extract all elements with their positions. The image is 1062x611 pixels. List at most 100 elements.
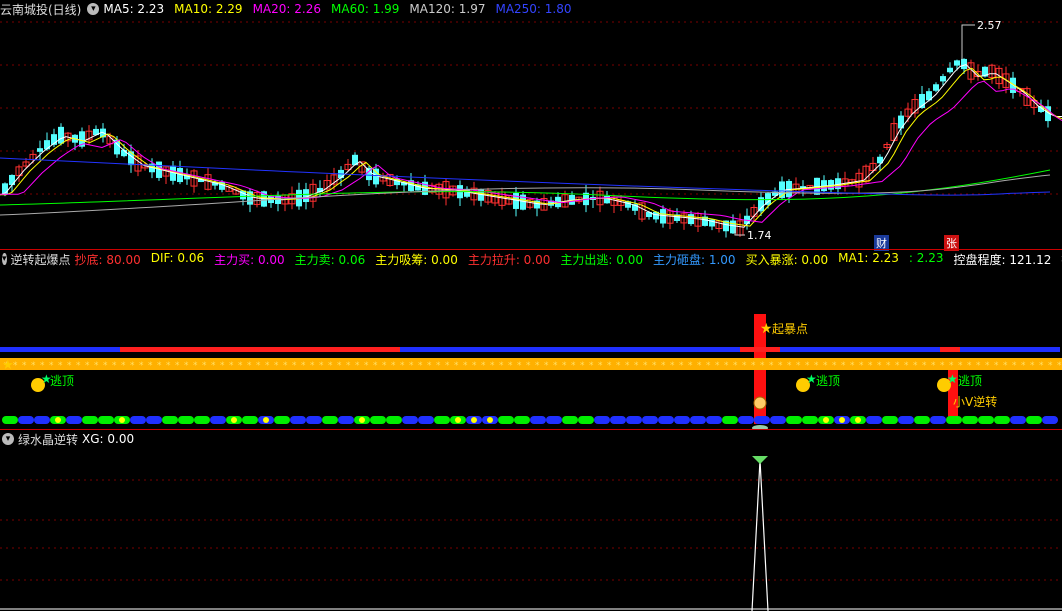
star-band-star-icon: * xyxy=(517,361,522,371)
trend-strip-segment xyxy=(240,347,260,352)
xiaov-label: 小V逆转 xyxy=(953,395,998,409)
star-band-star-icon: * xyxy=(634,361,639,371)
bottom-strip-segment xyxy=(946,416,962,424)
bottom-strip-segment xyxy=(1026,416,1042,424)
bottom-strip-segment xyxy=(658,416,674,424)
star-band-star-icon: * xyxy=(1057,361,1062,371)
star-band-star-icon: * xyxy=(787,361,792,371)
star-band-star-icon: * xyxy=(535,361,540,371)
bottom-strip-segment xyxy=(674,416,690,424)
star-band-star-icon: * xyxy=(958,361,963,371)
trend-strip-segment xyxy=(800,347,820,352)
star-band-star-icon: * xyxy=(643,361,648,371)
star-band-star-icon: * xyxy=(58,361,63,371)
star-band-star-icon: * xyxy=(598,361,603,371)
star-band-star-icon: * xyxy=(409,361,414,371)
trend-strip-segment xyxy=(580,347,600,352)
candle-body xyxy=(44,140,50,150)
high-price-label: 2.57 xyxy=(977,19,1002,32)
star-band-star-icon: * xyxy=(13,361,18,371)
crystal-chart[interactable] xyxy=(0,430,1062,611)
star-band-star-icon: * xyxy=(1003,361,1008,371)
indicator-pane[interactable]: ▾ 逆转起爆点 抄底: 80.00 DIF: 0.06 主力买: 0.00 主力卖: … xyxy=(0,250,1062,430)
candlestick-chart[interactable] xyxy=(0,0,1062,250)
star-band-star-icon: * xyxy=(391,361,396,371)
star-band-star-icon: * xyxy=(310,361,315,371)
trend-strip-segment xyxy=(260,347,280,352)
bottom-strip-segment xyxy=(610,416,626,424)
bottom-strip-segment xyxy=(802,416,818,424)
star-band-star-icon: * xyxy=(400,361,405,371)
star-band-star-icon: * xyxy=(157,361,162,371)
star-band-star-icon: * xyxy=(742,361,747,371)
price-pane[interactable]: 云南城投(日线) ▾ MA5: 2.23 MA10: 2.29 MA20: 2.26… xyxy=(0,0,1062,251)
trend-strip-segment xyxy=(940,347,960,352)
star-icon: ★ xyxy=(2,358,14,373)
star-band-star-icon: * xyxy=(1048,361,1053,371)
bottom-strip-segment xyxy=(866,416,882,424)
bottom-strip-segment xyxy=(386,416,402,424)
trend-strip-segment xyxy=(380,347,400,352)
trend-strip-segment xyxy=(480,347,500,352)
star-band-star-icon: * xyxy=(940,361,945,371)
trend-strip-segment xyxy=(720,347,740,352)
money-bag-icon xyxy=(753,396,767,410)
trend-strip-segment xyxy=(160,347,180,352)
star-band-star-icon: * xyxy=(724,361,729,371)
star-band-star-icon: * xyxy=(823,361,828,371)
trend-strip-segment xyxy=(620,347,640,352)
star-band-star-icon: * xyxy=(454,361,459,371)
star-band-star-icon: * xyxy=(859,361,864,371)
indicator-chart[interactable]: ★* * * * * * * * * * * * * * * * * * * * * * * * * * * * * * * * * * * * * * *… xyxy=(0,250,1062,430)
star-band-star-icon: * xyxy=(508,361,513,371)
star-band-star-icon: * xyxy=(274,361,279,371)
star-band-star-icon: * xyxy=(139,361,144,371)
candle-body xyxy=(961,58,967,70)
star-band-star-icon: * xyxy=(796,361,801,371)
green-star-icon: ★ xyxy=(947,372,958,386)
taoding-label-3: 逃顶 xyxy=(958,374,983,388)
bottom-strip-segment xyxy=(98,416,114,424)
bottom-strip-segment xyxy=(514,416,530,424)
star-band-star-icon: * xyxy=(166,361,171,371)
bottom-strip-segment xyxy=(706,416,722,424)
bottom-strip-segment xyxy=(962,416,978,424)
star-band-star-icon: * xyxy=(481,361,486,371)
candle-body xyxy=(954,60,960,66)
trend-strip-segment xyxy=(40,347,60,352)
bottom-strip-segment xyxy=(562,416,578,424)
bottom-strip-segment xyxy=(594,416,610,424)
trend-strip-segment xyxy=(760,347,780,352)
bottom-strip-segment xyxy=(690,416,706,424)
trend-strip-segment xyxy=(340,347,360,352)
star-band-star-icon: * xyxy=(337,361,342,371)
star-band-star-icon: * xyxy=(265,361,270,371)
star-band-star-icon: * xyxy=(130,361,135,371)
star-band-star-icon: * xyxy=(301,361,306,371)
trend-strip-segment xyxy=(200,347,220,352)
bottom-strip-segment xyxy=(18,416,34,424)
star-band-star-icon: * xyxy=(607,361,612,371)
bottom-strip-segment xyxy=(162,416,178,424)
strip-dot xyxy=(231,417,237,423)
trend-strip-segment xyxy=(0,347,20,352)
crystal-pane[interactable]: ▾ 绿水晶逆转 XG: 0.00 xyxy=(0,430,1062,611)
star-band-star-icon: * xyxy=(346,361,351,371)
bottom-strip-segment xyxy=(994,416,1010,424)
trend-strip-segment xyxy=(220,347,240,352)
bottom-strip-segment xyxy=(322,416,338,424)
bottom-strip-segment xyxy=(770,416,786,424)
trend-strip-segment xyxy=(460,347,480,352)
bottom-strip-segment xyxy=(338,416,354,424)
star-band-star-icon: * xyxy=(697,361,702,371)
star-band-star-icon: * xyxy=(220,361,225,371)
star-band-star-icon: * xyxy=(715,361,720,371)
strip-dot xyxy=(487,417,493,423)
candle-body xyxy=(688,214,694,225)
bottom-strip-segment xyxy=(930,416,946,424)
star-band-star-icon: * xyxy=(94,361,99,371)
trend-strip-segment xyxy=(360,347,380,352)
star-band-star-icon: * xyxy=(40,361,45,371)
trend-strip-segment xyxy=(400,347,420,352)
bottom-strip-segment xyxy=(2,416,18,424)
